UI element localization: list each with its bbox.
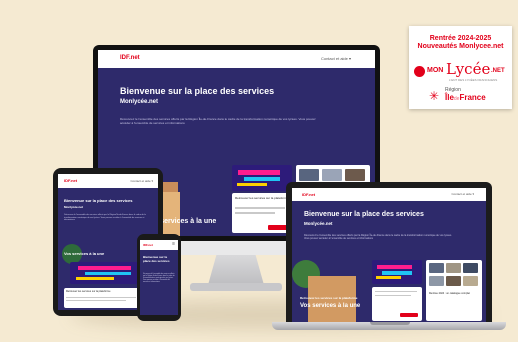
brand-net: .NET (491, 68, 505, 74)
laptop-notch (370, 322, 410, 325)
hero-banner: Bienvenue sur la place des services Monl… (98, 68, 375, 162)
news-card[interactable]: Retrouvez les services sur la plateforme (232, 193, 292, 233)
media-caption: Rentrée 2024 : un catalogue complet (429, 292, 470, 295)
site-header: IDF.net Contact et aide ▾ (58, 174, 158, 189)
hero-title: Bienvenue sur la place des services (120, 86, 275, 96)
site-logo[interactable]: IDF.net (120, 55, 140, 61)
services-section: Retrouvez les services sur la plateforme… (292, 256, 486, 324)
news-button[interactable] (268, 225, 288, 230)
laptop-device: IDF.net Contact et aide ▾ Bienvenue sur … (286, 182, 492, 324)
menu-icon[interactable]: ≡ (172, 241, 175, 247)
promo-card[interactable] (232, 165, 292, 191)
contact-link[interactable]: Contact et aide ▾ (451, 192, 474, 196)
hero-title: Bienvenue sur la place des services (143, 255, 170, 263)
hero-subtitle: Monlycée.net (64, 205, 84, 209)
hero-title: Bienvenue sur la place des services (304, 211, 424, 218)
hero-text: Découvrez le l'ensemble des services off… (64, 214, 146, 222)
announcement-line-2: Nouveautés Monlycee.net (417, 43, 504, 50)
region-star-icon: ✳ (429, 89, 440, 103)
section-kicker: Retrouvez les services sur la plateforme (300, 296, 358, 300)
monitor-foot (190, 283, 282, 291)
hero-text: Découvrez le l'ensemble des services off… (120, 117, 316, 125)
news-button[interactable] (400, 313, 418, 317)
monitor-stand (208, 255, 264, 285)
promo-card[interactable] (70, 262, 146, 284)
announcement-line-1: Rentrée 2024-2025 (429, 35, 492, 42)
brand-mon: MON (427, 67, 444, 74)
hero-text: Découvrez le l'ensemble des services off… (143, 274, 175, 284)
hero-subtitle: Monlycée.net (120, 99, 159, 105)
hero-banner: Bienvenue sur la place des services Déco… (140, 250, 178, 315)
contact-link[interactable]: Contact et aide ▾ (321, 56, 351, 61)
promo-card[interactable] (372, 260, 422, 284)
hero-text: Découvrez le l'ensemble des services off… (304, 234, 453, 241)
site-logo[interactable]: IDF.net (302, 192, 315, 197)
brand-tagline: L'ENT DES LYCÉES FRANCILIENS (449, 78, 498, 82)
news-caption: Retrouvez les services sur la plateforme (66, 290, 111, 293)
contact-link[interactable]: Contact et aide ▾ (130, 179, 153, 183)
news-card[interactable] (372, 287, 422, 321)
site-header: IDF.net Contact et aide ▾ (292, 188, 486, 202)
phone-device: IDF.net ≡ Bienvenue sur la place des ser… (137, 234, 181, 321)
section-title: Vos services à la une (300, 303, 361, 309)
brand-lycee: Lycée (446, 60, 491, 78)
section-title: Vos services à la une (64, 251, 105, 256)
news-caption: Retrouvez les services sur la plateforme (235, 196, 289, 200)
announcement-card: Rentrée 2024-2025 Nouveautés Monlycee.ne… (409, 26, 512, 109)
monlycee-logo-icon (414, 66, 425, 77)
region-name: ÎledeFrance (445, 93, 486, 102)
site-logo[interactable]: IDF.net (143, 243, 153, 247)
hero-subtitle: Monlycée.net (304, 221, 333, 226)
site-logo[interactable]: IDF.net (64, 178, 77, 183)
laptop-screen: IDF.net Contact et aide ▾ Bienvenue sur … (292, 188, 486, 324)
site-header: IDF.net Contact et aide ▾ (98, 50, 375, 69)
media-card[interactable]: Rentrée 2024 : un catalogue complet (426, 260, 482, 321)
hero-title: Bienvenue sur la place des services (64, 198, 133, 203)
phone-screen: IDF.net ≡ Bienvenue sur la place des ser… (140, 240, 178, 315)
hero-banner: Bienvenue sur la place des services Monl… (292, 201, 486, 256)
